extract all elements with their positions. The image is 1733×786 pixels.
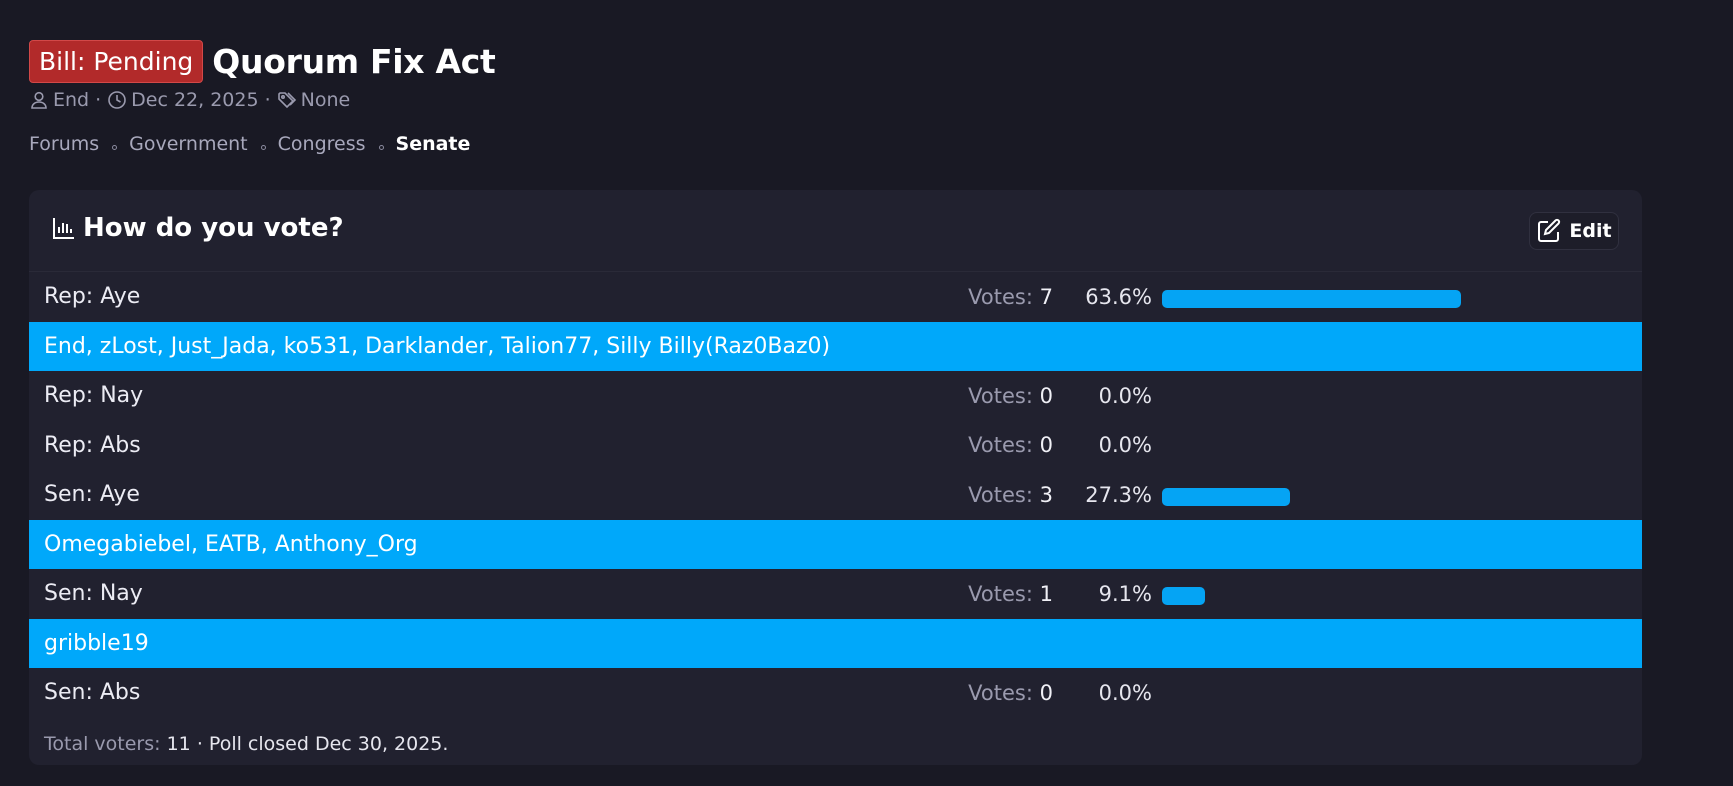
status-badge[interactable]: Bill: Pending — [29, 40, 204, 83]
poll-option-votes[interactable]: Votes: 0 — [968, 384, 1053, 408]
poll-bar — [1162, 488, 1291, 506]
poll-option-row: Rep: Nay Votes: 0 0.0% — [29, 371, 1642, 421]
poll-option-votes[interactable]: Votes: 0 — [968, 681, 1053, 705]
poll-card: How do you vote? Edit Rep: Aye Votes: 7 … — [29, 190, 1642, 765]
poll-option-percent: 0.0% — [1098, 680, 1152, 705]
breadcrumb-separator — [378, 144, 384, 150]
poll-option-votes[interactable]: Votes: 0 — [968, 433, 1053, 457]
poll-option-label: Rep: Abs — [44, 432, 141, 458]
breadcrumb: Forums Government Congress Senate — [29, 133, 470, 155]
page: Bill: Pending Quorum Fix Act End · Dec 2… — [0, 0, 1733, 786]
poll-voters-list: gribble19 — [29, 618, 1642, 668]
edit-icon — [1536, 218, 1562, 244]
votes-count: 3 — [1039, 482, 1053, 507]
clock-icon — [107, 90, 127, 110]
poll-option-percent: 0.0% — [1098, 383, 1152, 408]
poll-option-row: Sen: Nay Votes: 1 9.1% — [29, 569, 1642, 619]
poll-option-label: Sen: Abs — [44, 680, 141, 706]
meta-separator: · — [264, 89, 271, 111]
breadcrumb-government[interactable]: Government — [129, 133, 248, 155]
poll-voters-list: Omegabiebel, EATB, Anthony_Org — [29, 519, 1642, 569]
votes-label: Votes: — [968, 284, 1033, 309]
edit-poll-button[interactable]: Edit — [1529, 212, 1619, 250]
poll-bar-track — [1162, 290, 1615, 308]
poll-footer: Total voters: 11 · Poll closed Dec 30, 2… — [44, 733, 448, 755]
thread-title-row: Bill: Pending Quorum Fix Act — [29, 40, 496, 83]
thread-tags[interactable]: None — [301, 89, 351, 111]
thread-meta: End · Dec 22, 2025 · None — [29, 88, 350, 112]
meta-separator: · — [95, 89, 102, 111]
total-voters-label: Total voters: — [44, 733, 161, 755]
voters-names: gribble19 — [44, 630, 149, 656]
votes-label: Votes: — [968, 433, 1033, 458]
edit-label: Edit — [1569, 220, 1612, 242]
votes-count: 0 — [1039, 433, 1053, 458]
poll-option-votes[interactable]: Votes: 3 — [968, 483, 1053, 507]
breadcrumb-separator — [260, 144, 266, 150]
poll-option-percent: 9.1% — [1098, 581, 1152, 606]
poll-bar — [1162, 290, 1461, 308]
breadcrumb-separator — [112, 144, 118, 150]
bar-chart-icon — [51, 215, 77, 241]
poll-bar-track — [1162, 587, 1615, 605]
poll-option-label: Rep: Aye — [44, 284, 141, 310]
votes-label: Votes: — [968, 383, 1033, 408]
poll-option-label: Sen: Nay — [44, 581, 143, 607]
total-voters-count: 11 — [166, 733, 191, 755]
user-icon — [29, 90, 49, 110]
page-title: Quorum Fix Act — [212, 42, 496, 81]
poll-option-label: Rep: Nay — [44, 383, 144, 409]
votes-count: 0 — [1039, 383, 1053, 408]
votes-label: Votes: — [968, 482, 1033, 507]
poll-header: How do you vote? Edit — [29, 190, 1642, 272]
poll-option-row: Sen: Abs Votes: 0 0.0% — [29, 668, 1642, 718]
breadcrumb-forums[interactable]: Forums — [29, 133, 99, 155]
breadcrumb-senate[interactable]: Senate — [396, 133, 471, 155]
tags-icon — [277, 90, 297, 110]
footer-separator: · — [196, 733, 203, 755]
voters-names: Omegabiebel, EATB, Anthony_Org — [44, 531, 418, 557]
poll-option-row: Rep: Abs Votes: 0 0.0% — [29, 421, 1642, 471]
poll-title: How do you vote? — [51, 213, 344, 243]
poll-option-votes[interactable]: Votes: 7 — [968, 285, 1053, 309]
votes-label: Votes: — [968, 680, 1033, 705]
thread-author[interactable]: End — [53, 89, 89, 111]
poll-option-row: Rep: Aye Votes: 7 63.6% — [29, 272, 1642, 322]
poll-option-percent: 27.3% — [1085, 482, 1152, 507]
poll-bar-track — [1162, 488, 1615, 506]
poll-option-label: Sen: Aye — [44, 482, 140, 508]
poll-question: How do you vote? — [83, 213, 344, 243]
voters-names: End, zLost, Just_Jada, ko531, Darklander… — [44, 333, 831, 359]
breadcrumb-congress[interactable]: Congress — [278, 133, 366, 155]
poll-option-percent: 0.0% — [1098, 433, 1152, 458]
poll-results: Rep: Aye Votes: 7 63.6% End, zLost, Just… — [29, 272, 1642, 718]
thread-date[interactable]: Dec 22, 2025 — [131, 89, 258, 111]
poll-voters-list: End, zLost, Just_Jada, ko531, Darklander… — [29, 321, 1642, 371]
poll-option-row: Sen: Aye Votes: 3 27.3% — [29, 470, 1642, 520]
votes-label: Votes: — [968, 581, 1033, 606]
votes-count: 1 — [1039, 581, 1053, 606]
poll-closed-text: Poll closed Dec 30, 2025. — [208, 733, 449, 755]
poll-option-votes[interactable]: Votes: 1 — [968, 582, 1053, 606]
poll-bar — [1162, 587, 1205, 605]
votes-count: 7 — [1039, 284, 1053, 309]
poll-option-percent: 63.6% — [1085, 284, 1152, 309]
votes-count: 0 — [1039, 680, 1053, 705]
